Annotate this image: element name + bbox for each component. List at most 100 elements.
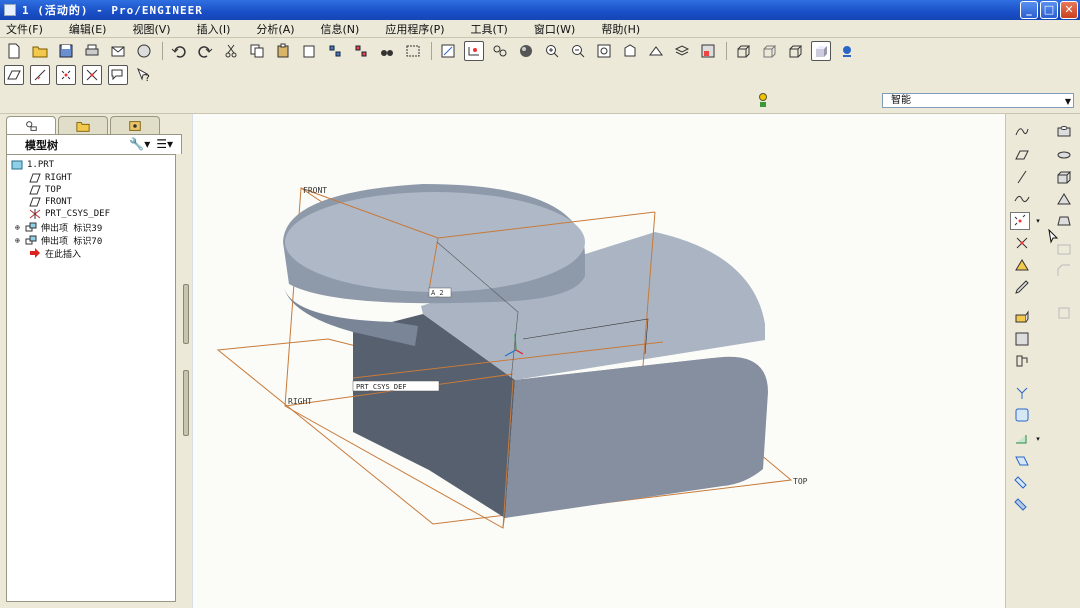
- tree-item-insert-here[interactable]: 在此插入: [29, 247, 81, 260]
- csys-display-icon[interactable]: [82, 65, 102, 85]
- expand-icon[interactable]: ⊕: [15, 223, 25, 232]
- regen-manager-icon[interactable]: [351, 41, 371, 61]
- minimize-button[interactable]: _: [1020, 1, 1038, 19]
- wireframe-icon[interactable]: [733, 41, 753, 61]
- context-help-icon[interactable]: ?: [134, 65, 154, 85]
- datum-point-tool-icon[interactable]: [1010, 212, 1030, 230]
- extrude-tool-icon[interactable]: [1012, 308, 1032, 326]
- datum-axis-display-icon[interactable]: [30, 65, 50, 85]
- print-icon[interactable]: [82, 41, 102, 61]
- analysis-feature-icon[interactable]: [1012, 256, 1032, 274]
- rib-icon[interactable]: [1054, 190, 1074, 208]
- menu-info[interactable]: 信息(N): [321, 21, 360, 37]
- spin-center-icon[interactable]: [464, 41, 484, 61]
- offset-icon[interactable]: [1012, 474, 1032, 492]
- tree-item-top[interactable]: TOP: [29, 184, 61, 196]
- display-style-icon[interactable]: [516, 41, 536, 61]
- save-icon[interactable]: [56, 41, 76, 61]
- shell-icon[interactable]: [1054, 168, 1074, 186]
- splitter-handle[interactable]: [183, 370, 189, 436]
- open-icon[interactable]: [30, 41, 50, 61]
- chevron-down-icon[interactable]: ▾: [1033, 430, 1043, 448]
- paste-special-icon[interactable]: [299, 41, 319, 61]
- repaint-icon[interactable]: [438, 41, 458, 61]
- datum-plane-icon: [29, 197, 41, 207]
- tree-item-extrude-39[interactable]: ⊕ 伸出项 标识39: [15, 221, 102, 234]
- menu-edit[interactable]: 编辑(E): [69, 21, 107, 37]
- trim-icon[interactable]: [1012, 430, 1032, 448]
- email-icon[interactable]: [108, 41, 128, 61]
- view-manager-icon[interactable]: [698, 41, 718, 61]
- tab-favorites[interactable]: [110, 116, 160, 134]
- graphics-window[interactable]: FRONT RIGHT TOP A_2 PRT_CSYS_DEF: [193, 114, 1005, 608]
- shading-icon[interactable]: [811, 41, 831, 61]
- axis-tag-label[interactable]: A_2: [431, 289, 444, 297]
- new-icon[interactable]: [4, 41, 24, 61]
- datum-plane-tool-icon[interactable]: [1012, 146, 1032, 164]
- thicken-icon[interactable]: [1012, 496, 1032, 514]
- menu-applications[interactable]: 应用程序(P): [385, 21, 444, 37]
- close-button[interactable]: ✕: [1060, 1, 1078, 19]
- tree-item-csys[interactable]: PRT_CSYS_DEF: [29, 208, 110, 220]
- reorient-icon[interactable]: [620, 41, 640, 61]
- menu-insert[interactable]: 插入(I): [197, 21, 231, 37]
- cut-icon[interactable]: [221, 41, 241, 61]
- menu-view[interactable]: 视图(V): [132, 21, 170, 37]
- paste-icon[interactable]: [273, 41, 293, 61]
- tree-item-part[interactable]: 1.PRT: [11, 159, 54, 171]
- copy-icon[interactable]: [247, 41, 267, 61]
- orient-mode-icon[interactable]: [490, 41, 510, 61]
- datum-label-front[interactable]: FRONT: [303, 186, 327, 195]
- sketch-curve-icon[interactable]: [1012, 122, 1032, 140]
- redo-icon[interactable]: [195, 41, 215, 61]
- tree-columns-icon[interactable]: ☰▾: [156, 137, 173, 151]
- model-3d-view[interactable]: FRONT RIGHT TOP A_2 PRT_CSYS_DEF: [193, 114, 1005, 608]
- expand-icon[interactable]: ⊕: [15, 236, 25, 245]
- merge-icon[interactable]: [1012, 406, 1032, 424]
- undo-icon[interactable]: [169, 41, 189, 61]
- model-tree-toggle-icon[interactable]: [837, 41, 857, 61]
- regenerate-icon[interactable]: [325, 41, 345, 61]
- datum-label-top[interactable]: TOP: [793, 477, 808, 486]
- menu-file[interactable]: 文件(F): [6, 21, 43, 37]
- edit-icon[interactable]: [1012, 278, 1032, 296]
- datum-label-right[interactable]: RIGHT: [288, 397, 312, 406]
- tree-item-extrude-70[interactable]: ⊕ 伸出项 标识70: [15, 234, 102, 247]
- menu-analysis[interactable]: 分析(A): [256, 21, 294, 37]
- sweep-icon[interactable]: [1012, 352, 1032, 370]
- select-box-icon[interactable]: [403, 41, 423, 61]
- tab-model-tree[interactable]: [6, 116, 56, 134]
- find-icon[interactable]: [377, 41, 397, 61]
- selection-filter-select[interactable]: 智能 ▼: [882, 93, 1074, 108]
- datum-point-display-icon[interactable]: [56, 65, 76, 85]
- zoom-in-icon[interactable]: [542, 41, 562, 61]
- datum-plane-display-icon[interactable]: [4, 65, 24, 85]
- tree-item-front[interactable]: FRONT: [29, 196, 72, 208]
- menu-tools[interactable]: 工具(T): [471, 21, 508, 37]
- annotation-display-icon[interactable]: [108, 65, 128, 85]
- chevron-down-icon[interactable]: ▾: [1033, 212, 1043, 230]
- saved-views-icon[interactable]: [646, 41, 666, 61]
- datum-curve-icon[interactable]: [1012, 190, 1032, 208]
- layers-icon[interactable]: [672, 41, 692, 61]
- refit-icon[interactable]: [594, 41, 614, 61]
- menu-help[interactable]: 帮助(H): [601, 21, 640, 37]
- tab-folder-browser[interactable]: [58, 116, 108, 134]
- datum-axis-tool-icon[interactable]: [1012, 168, 1032, 186]
- tree-settings-icon[interactable]: 🔧▾: [129, 137, 150, 151]
- csys-tool-icon[interactable]: [1012, 234, 1032, 252]
- extend-icon[interactable]: [1012, 452, 1032, 470]
- csys-label[interactable]: PRT_CSYS_DEF: [356, 383, 407, 391]
- blend-icon[interactable]: [1012, 330, 1032, 348]
- menu-window[interactable]: 窗口(W): [534, 21, 575, 37]
- zoom-out-icon[interactable]: [568, 41, 588, 61]
- hidden-line-icon[interactable]: [759, 41, 779, 61]
- tree-item-right[interactable]: RIGHT: [29, 172, 72, 184]
- email-link-icon[interactable]: [134, 41, 154, 61]
- splitter-handle[interactable]: [183, 284, 189, 344]
- revolve-icon[interactable]: [1054, 146, 1074, 164]
- mirror-icon[interactable]: [1012, 384, 1032, 402]
- maximize-button[interactable]: □: [1040, 1, 1058, 19]
- hole-icon[interactable]: [1054, 122, 1074, 140]
- no-hidden-icon[interactable]: [785, 41, 805, 61]
